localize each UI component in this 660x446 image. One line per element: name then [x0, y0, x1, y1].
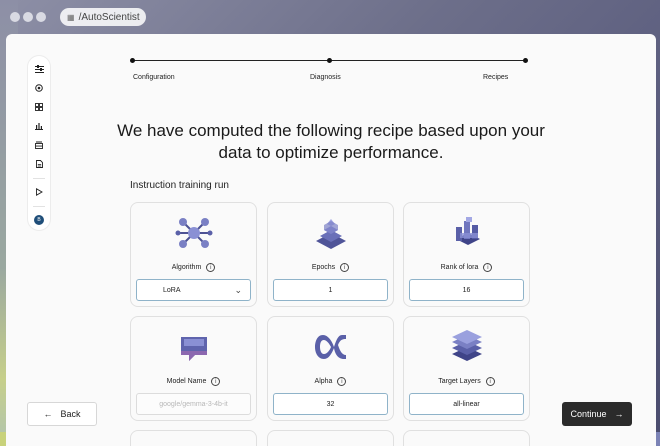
layers-icon[interactable] — [32, 138, 46, 152]
card-label: Model Name i — [131, 377, 256, 386]
card-label: Epochs i — [268, 263, 393, 272]
card-label-text: Alpha — [314, 378, 333, 385]
card-target-layers: Target Layers i all-linear — [403, 316, 530, 421]
info-icon[interactable]: i — [337, 377, 347, 386]
target-icon[interactable] — [32, 81, 46, 95]
play-icon[interactable] — [32, 185, 46, 199]
alpha-symbol-icon — [315, 335, 346, 359]
chevron-down-icon: ⌄ — [234, 284, 242, 295]
bar-chart-icon[interactable] — [32, 119, 46, 133]
card-partial — [130, 430, 257, 446]
card-algorithm: Algorithm i LoRA ⌄ — [130, 202, 257, 307]
back-button-label: Back — [60, 409, 81, 419]
card-label: Rank of lora i — [404, 263, 529, 272]
card-label-text: Rank of lora — [440, 264, 479, 271]
page-title: We have computed the following recipe ba… — [117, 121, 545, 162]
card-label-text: Target Layers — [438, 378, 481, 385]
continue-button-label: Continue — [570, 409, 607, 419]
document-icon[interactable] — [32, 157, 46, 171]
app-window: B Configuration Diagnosis Recipes We hav… — [6, 34, 656, 446]
step-dot-configuration — [130, 58, 135, 63]
window-maximize-dot[interactable] — [36, 12, 46, 22]
card-label: Target Layers i — [404, 377, 529, 386]
card-label-text: Epochs — [311, 264, 336, 271]
model-name-field[interactable]: google/gemma-3-4b-it — [136, 393, 251, 415]
card-rank-of-lora: Rank of lora i 16 — [403, 202, 530, 307]
card-label: Alpha i — [268, 377, 393, 386]
browser-chrome: ▦ /AutoScientist — [0, 0, 660, 34]
step-label-recipes[interactable]: Recipes — [483, 74, 508, 81]
card-label-text: Model Name — [166, 378, 207, 385]
target-layers-input[interactable]: all-linear — [409, 393, 524, 415]
url-text: /AutoScientist — [78, 11, 140, 23]
card-label-text: Algorithm — [171, 264, 202, 271]
continue-button[interactable]: Continue → — [562, 402, 632, 426]
network-nodes-icon — [175, 218, 213, 248]
url-bar[interactable]: ▦ /AutoScientist — [60, 8, 146, 26]
layer-stack-icon — [452, 330, 482, 361]
stacked-pyramid-icon — [316, 219, 346, 249]
window-minimize-dot[interactable] — [23, 12, 33, 22]
alpha-input[interactable]: 32 — [273, 393, 388, 415]
back-button[interactable]: ← Back — [27, 402, 97, 426]
step-label-diagnosis[interactable]: Diagnosis — [310, 74, 341, 81]
progress-stepper: Configuration Diagnosis Recipes — [130, 56, 528, 86]
step-dot-recipes — [523, 58, 528, 63]
sidebar-divider — [33, 206, 45, 207]
sidebar-rail: B — [28, 56, 50, 230]
info-icon[interactable]: i — [211, 377, 221, 386]
epochs-input[interactable]: 1 — [273, 279, 388, 301]
card-partial — [267, 430, 394, 446]
card-alpha: Alpha i 32 — [267, 316, 394, 421]
info-icon[interactable]: i — [483, 263, 493, 272]
grid-icon[interactable] — [32, 100, 46, 114]
card-label: Algorithm i — [131, 263, 256, 272]
chat-bubble-icon — [181, 337, 207, 361]
step-dot-diagnosis — [327, 58, 332, 63]
card-partial — [403, 430, 530, 446]
arrow-right-icon: → — [614, 409, 624, 419]
step-label-configuration[interactable]: Configuration — [133, 74, 175, 81]
rank-of-lora-input[interactable]: 16 — [409, 279, 524, 301]
card-epochs: Epochs i 1 — [267, 202, 394, 307]
algorithm-select[interactable]: LoRA ⌄ — [136, 279, 251, 301]
info-icon[interactable]: i — [206, 263, 216, 272]
card-model-name: Model Name i google/gemma-3-4b-it — [130, 316, 257, 421]
section-label: Instruction training run — [130, 180, 229, 191]
sidebar-divider — [33, 178, 45, 179]
sliders-icon[interactable] — [32, 62, 46, 76]
window-close-dot[interactable] — [10, 12, 20, 22]
arrow-left-icon: ← — [43, 409, 53, 419]
info-icon[interactable]: i — [485, 377, 495, 386]
site-icon: ▦ — [67, 12, 75, 22]
algorithm-select-value: LoRA — [163, 286, 181, 294]
avatar[interactable]: B — [34, 215, 44, 225]
matrix-blocks-icon — [456, 217, 480, 245]
info-icon[interactable]: i — [340, 263, 350, 272]
